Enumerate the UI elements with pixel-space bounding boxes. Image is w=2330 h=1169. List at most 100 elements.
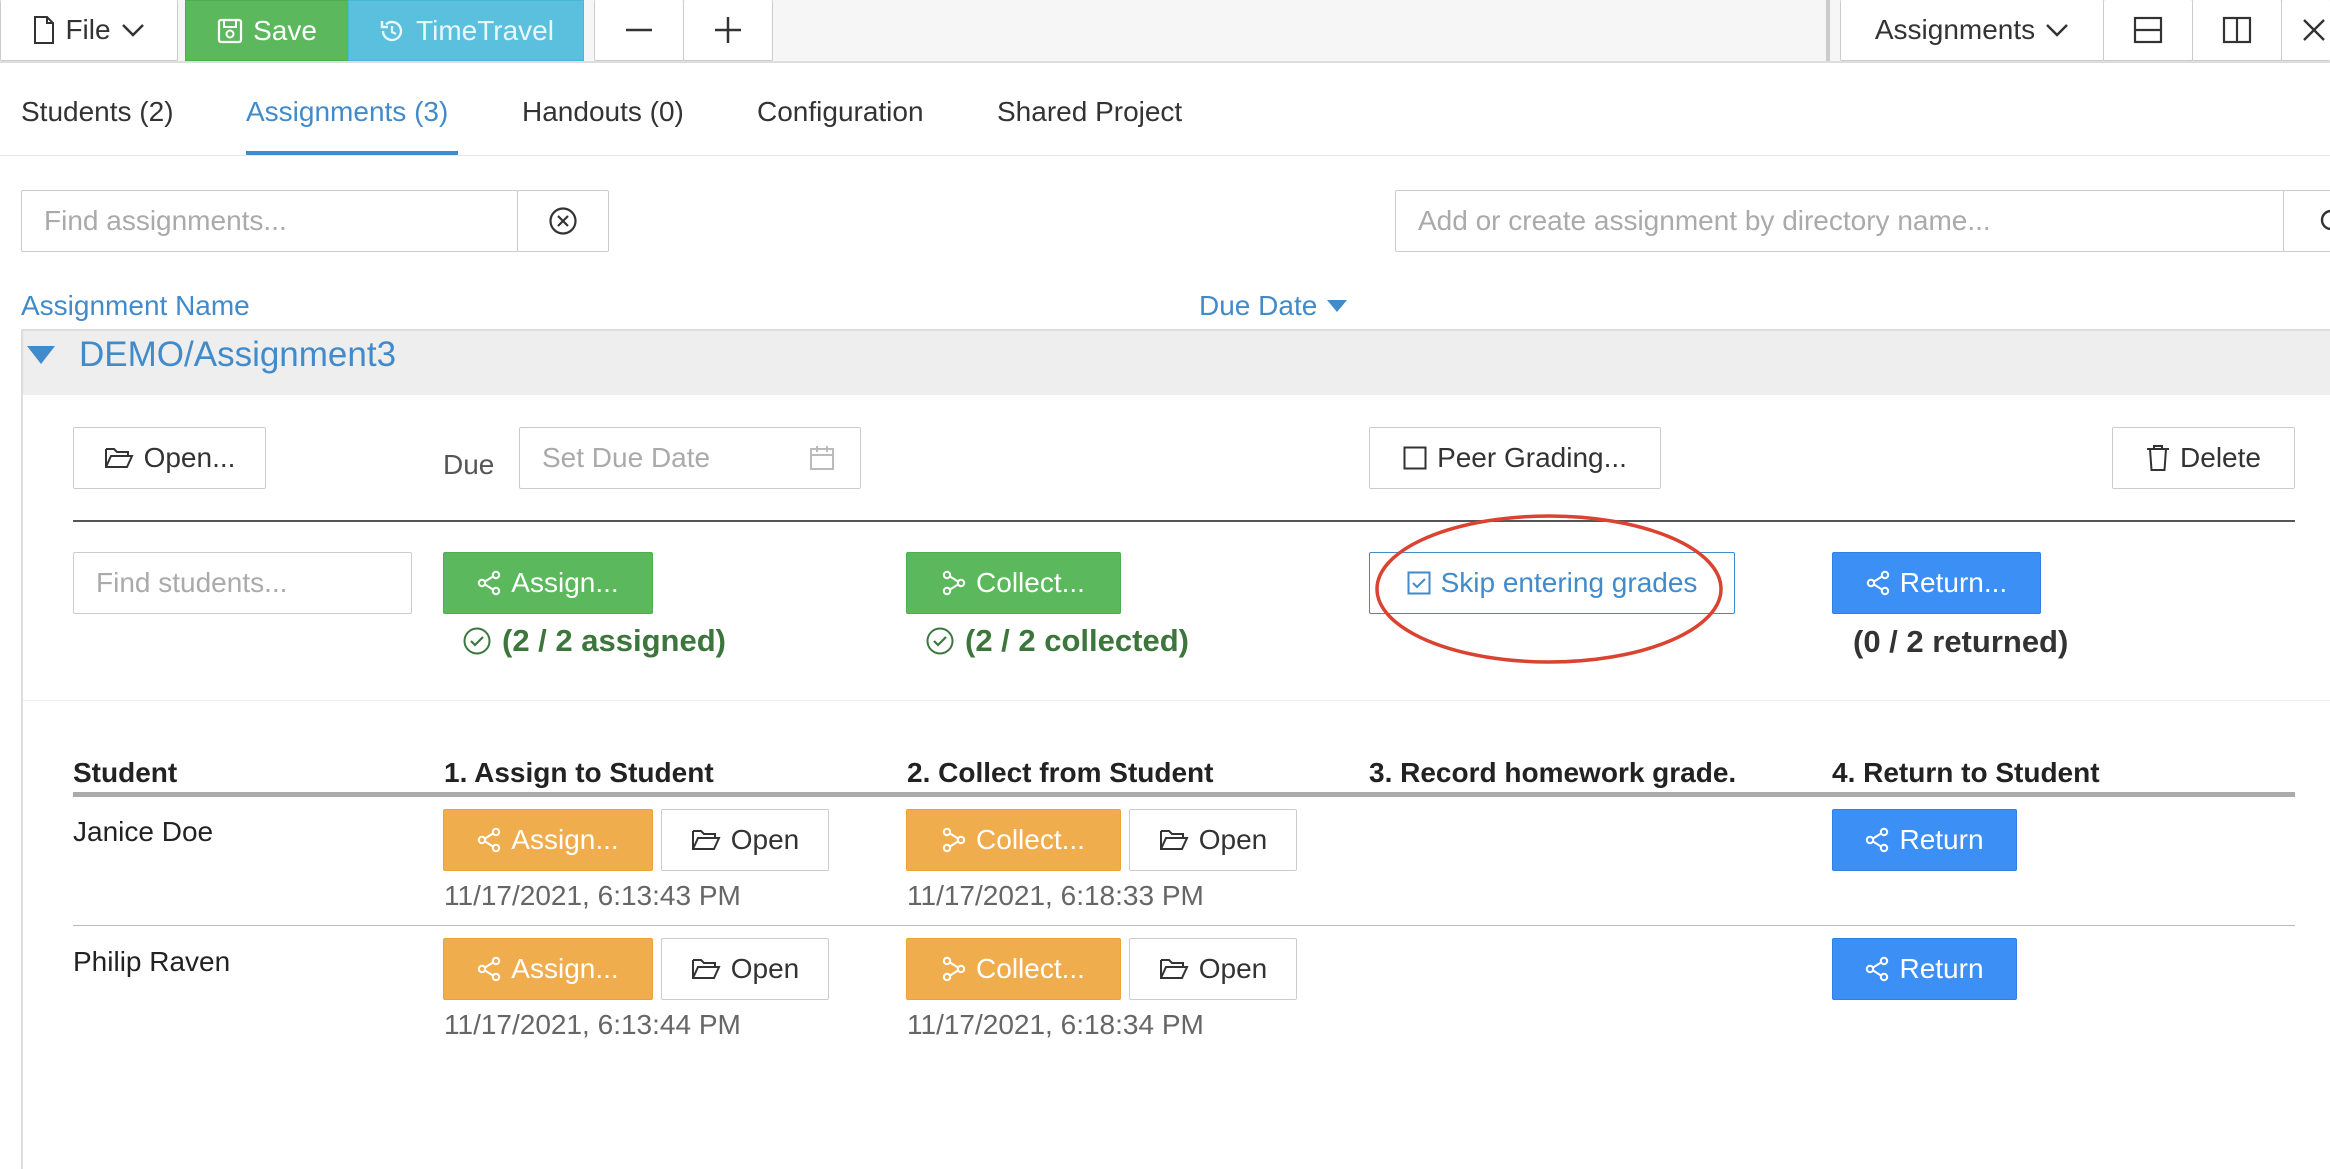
table-header-student: Student: [73, 757, 178, 788]
return-student-label: Return: [1899, 824, 1984, 855]
timetravel-button[interactable]: TimeTravel: [348, 0, 584, 61]
check-circle-icon: [926, 627, 954, 655]
open-assignment-label: Open...: [143, 442, 236, 473]
open-collected-label: Open: [1198, 824, 1268, 855]
collect-timestamp: 11/17/2021, 6:18:34 PM: [907, 1009, 1204, 1040]
peer-grading-button[interactable]: Peer Grading...: [1369, 427, 1661, 489]
chevron-down-icon: [2046, 24, 2069, 37]
close-icon: [2303, 19, 2325, 41]
collect-timestamp: 11/17/2021, 6:18:33 PM: [907, 880, 1204, 911]
return-student-button[interactable]: Return: [1832, 938, 2017, 1000]
folder-open-icon: [691, 959, 721, 979]
assign-timestamp: 11/17/2021, 6:13:44 PM: [444, 1009, 741, 1040]
tab-handouts[interactable]: Handouts (0): [522, 96, 684, 128]
collect-all-button[interactable]: Collect...: [906, 552, 1121, 614]
sort-down-icon: [1327, 300, 1348, 312]
split-horizontal-icon: [2133, 16, 2163, 44]
open-collected-button[interactable]: Open: [1129, 938, 1297, 1000]
column-header-assignment-name[interactable]: Assignment Name: [21, 290, 250, 322]
assign-timestamp: 11/17/2021, 6:13:43 PM: [444, 880, 741, 911]
table-header-return: 4. Return to Student: [1832, 757, 2100, 788]
collect-student-label: Collect...: [976, 824, 1085, 855]
close-frame-button[interactable]: [2281, 0, 2330, 61]
view-selector-button[interactable]: Assignments: [1840, 0, 2104, 61]
folder-open-icon: [1159, 959, 1189, 979]
due-date-picker[interactable]: [519, 427, 861, 489]
section-divider: [23, 700, 2330, 701]
collect-student-button[interactable]: Collect...: [906, 809, 1121, 871]
expand-caret-icon[interactable]: [27, 346, 55, 364]
open-collected-button[interactable]: Open: [1129, 809, 1297, 871]
add-assignment-input[interactable]: [1395, 190, 2285, 252]
toolbar-divider: [1826, 0, 1830, 61]
open-assigned-button[interactable]: Open: [661, 809, 829, 871]
open-collected-label: Open: [1198, 953, 1268, 984]
history-icon: [380, 20, 403, 41]
minus-icon: [626, 28, 652, 32]
return-student-label: Return: [1899, 953, 1984, 984]
column-header-due-date[interactable]: Due Date: [1199, 290, 1348, 322]
collect-status-text: (2 / 2 collected): [965, 623, 1189, 658]
collect-student-button[interactable]: Collect...: [906, 938, 1121, 1000]
tab-students[interactable]: Students (2): [21, 96, 174, 128]
file-icon: [34, 16, 55, 44]
calendar-icon: [810, 446, 834, 470]
add-assignment-field[interactable]: [1418, 205, 2284, 237]
assign-all-label: Assign...: [511, 567, 619, 598]
file-menu-button[interactable]: File: [0, 0, 178, 61]
assign-status-text: (2 / 2 assigned): [502, 623, 726, 658]
collect-status: (2 / 2 collected): [925, 623, 1189, 659]
delete-label: Delete: [2180, 442, 2261, 473]
tab-assignments[interactable]: Assignments (3): [246, 96, 448, 128]
due-date-label: Due Date: [1199, 290, 1318, 321]
trash-icon: [2147, 445, 2170, 471]
folder-open-icon: [691, 830, 721, 850]
timetravel-label: TimeTravel: [416, 14, 554, 46]
due-date-field[interactable]: [542, 442, 802, 474]
open-assigned-label: Open: [730, 824, 800, 855]
file-menu-label: File: [65, 14, 111, 45]
find-assignments-field[interactable]: [44, 205, 517, 237]
assign-all-button[interactable]: Assign...: [443, 552, 653, 614]
split-horizontal-button[interactable]: [2103, 0, 2193, 61]
find-students-input[interactable]: [73, 552, 412, 614]
assign-student-button[interactable]: Assign...: [443, 809, 653, 871]
active-tab-indicator: [246, 151, 458, 155]
save-label: Save: [253, 14, 317, 46]
collect-icon: [942, 956, 966, 982]
view-selector-label: Assignments: [1874, 14, 2036, 45]
delete-assignment-button[interactable]: Delete: [2112, 427, 2295, 489]
find-students-field[interactable]: [96, 567, 411, 599]
table-header-grade: 3. Record homework grade.: [1369, 757, 1737, 788]
open-assigned-button[interactable]: Open: [661, 938, 829, 1000]
save-button[interactable]: Save: [185, 0, 349, 61]
folder-open-icon: [104, 448, 134, 468]
plus-icon: [715, 17, 741, 43]
open-assignment-button[interactable]: Open...: [73, 427, 266, 489]
checkbox-empty-icon: [1403, 446, 1427, 470]
peer-grading-label: Peer Grading...: [1437, 442, 1627, 473]
find-assignments-input[interactable]: [21, 190, 518, 252]
share-icon: [1866, 827, 1889, 853]
split-vertical-button[interactable]: [2192, 0, 2282, 61]
collect-icon: [942, 827, 966, 853]
share-icon: [478, 956, 501, 982]
return-all-label: Return...: [1899, 567, 2008, 598]
assignment-title[interactable]: DEMO/Assignment3: [79, 335, 396, 375]
student-name: Janice Doe: [73, 816, 214, 847]
return-all-button[interactable]: Return...: [1832, 552, 2041, 614]
return-status-text: (0 / 2 returned): [1853, 624, 2069, 659]
collect-student-label: Collect...: [976, 953, 1085, 984]
zoom-out-button[interactable]: [594, 0, 684, 61]
collect-icon: [942, 570, 966, 596]
add-assignment-search-button[interactable]: [2283, 190, 2330, 252]
assign-student-button[interactable]: Assign...: [443, 938, 653, 1000]
clear-search-button[interactable]: [517, 190, 609, 252]
student-name: Philip Raven: [73, 946, 231, 977]
split-vertical-icon: [2222, 16, 2252, 44]
tab-configuration[interactable]: Configuration: [757, 96, 924, 128]
zoom-in-button[interactable]: [683, 0, 773, 61]
return-student-button[interactable]: Return: [1832, 809, 2017, 871]
tab-shared-project[interactable]: Shared Project: [997, 96, 1182, 128]
share-icon: [1866, 570, 1889, 596]
